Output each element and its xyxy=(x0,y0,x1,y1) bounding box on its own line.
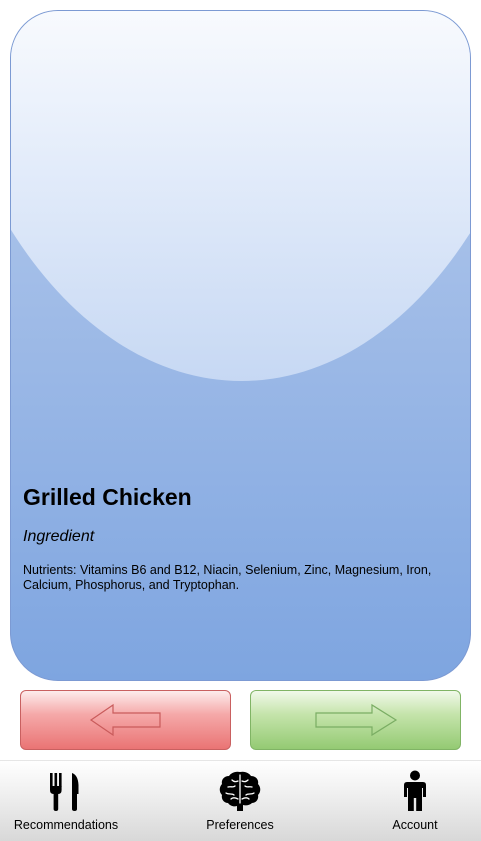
card-title: Grilled Chicken xyxy=(23,484,192,510)
arrow-right-icon xyxy=(314,703,397,737)
tab-preferences[interactable]: Preferences xyxy=(185,761,295,841)
dislike-button[interactable] xyxy=(20,690,231,750)
food-card[interactable]: Grilled Chicken Ingredient Nutrients: Vi… xyxy=(10,10,471,681)
app-screen: Grilled Chicken Ingredient Nutrients: Vi… xyxy=(0,0,481,841)
arrow-left-icon xyxy=(89,703,161,737)
person-icon xyxy=(404,770,426,811)
card-content: Grilled Chicken Ingredient Nutrients: Vi… xyxy=(23,483,456,593)
tab-label-account: Account xyxy=(392,818,438,832)
card-gloss-highlight xyxy=(11,11,470,381)
tab-account[interactable]: Account xyxy=(370,761,460,841)
tab-label-preferences: Preferences xyxy=(206,818,274,832)
like-button[interactable] xyxy=(250,690,461,750)
tab-label-recommendations: Recommendations xyxy=(13,818,119,832)
card-type: Ingredient xyxy=(23,528,95,545)
card-nutrients: Nutrients: Vitamins B6 and B12, Niacin, … xyxy=(23,563,432,592)
brain-icon xyxy=(219,771,261,811)
fork-knife-icon xyxy=(50,773,79,811)
bottom-tab-bar: Recommendations Preferences Account xyxy=(0,760,481,841)
tab-recommendations[interactable]: Recommendations xyxy=(5,761,127,841)
